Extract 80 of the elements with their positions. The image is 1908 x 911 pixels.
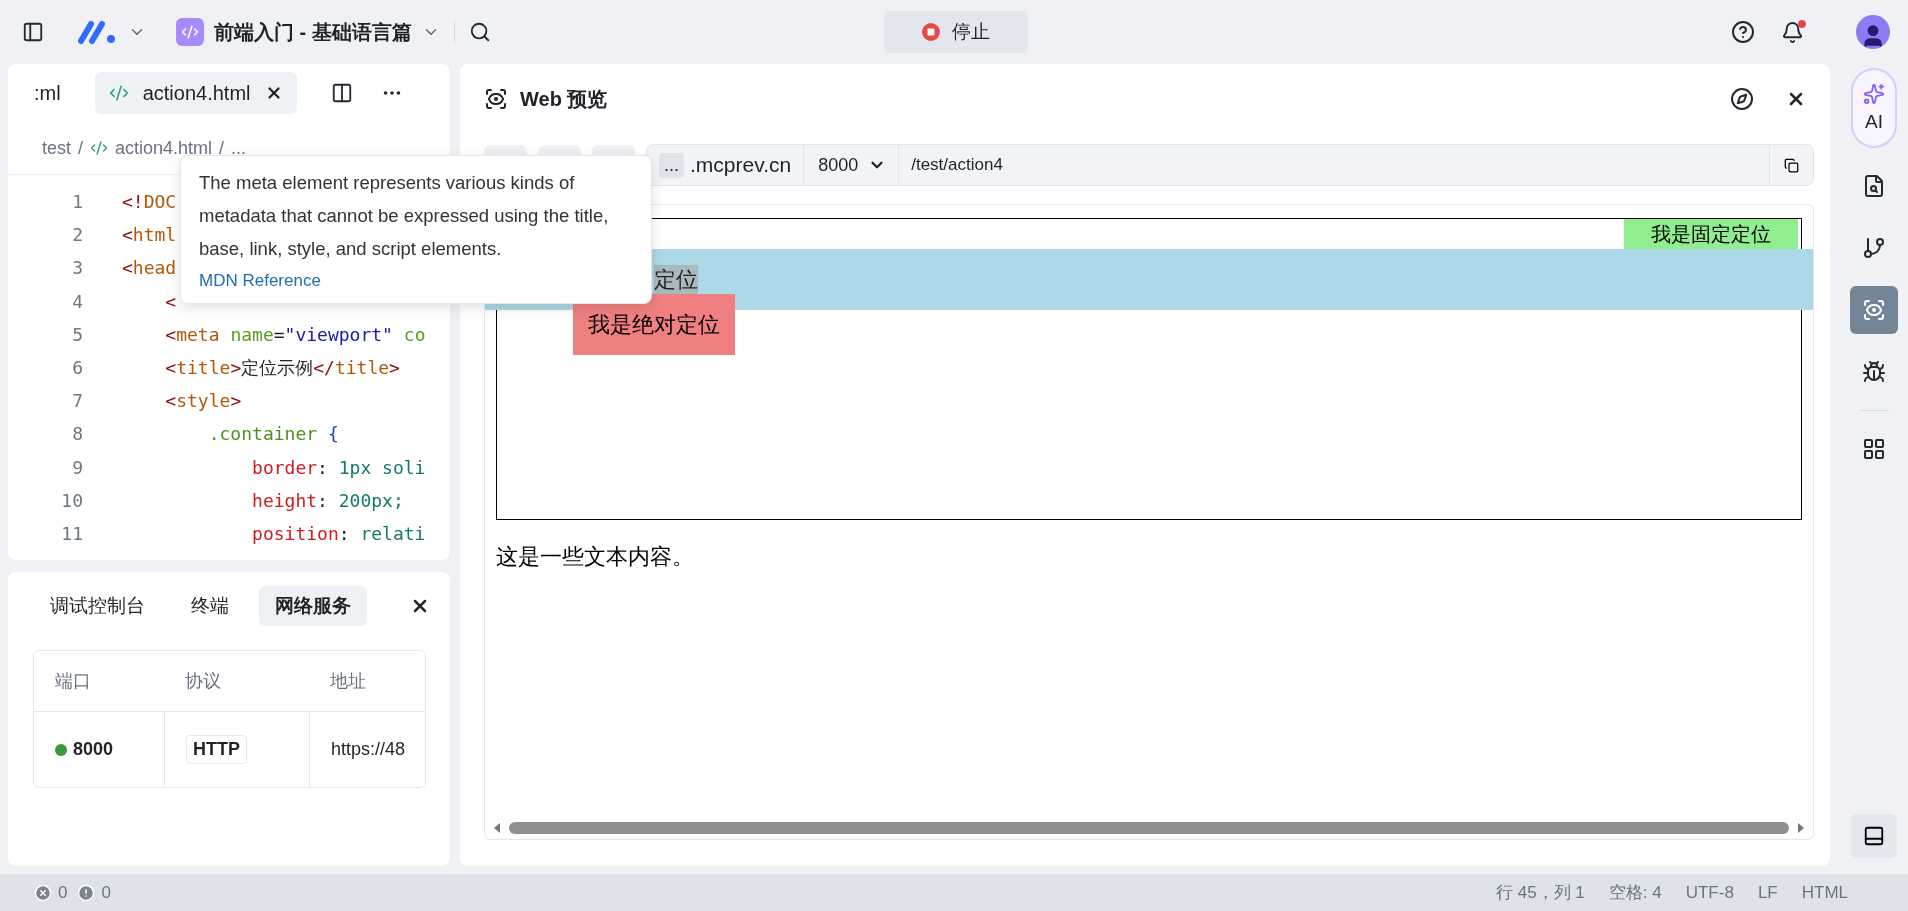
breadcrumb-item[interactable]: action4.html [115, 137, 213, 159]
address-link[interactable]: https://48 [331, 739, 406, 760]
code-line: <meta name="viewport" co [164, 323, 426, 345]
help-icon[interactable] [1731, 20, 1755, 44]
line-number: 7 [71, 390, 83, 412]
code-line: height: 200px; [251, 489, 404, 511]
ai-button[interactable]: AI [1851, 68, 1897, 148]
breadcrumb-item[interactable]: test [42, 137, 71, 159]
line-number: 4 [71, 290, 83, 312]
code-line: <!DOC [122, 191, 177, 213]
column-header: 端口 [34, 651, 164, 712]
line-number: 1 [71, 191, 83, 213]
logo-icon[interactable] [78, 19, 118, 45]
bottom-panel-icon[interactable] [1851, 814, 1897, 858]
eye-icon[interactable] [1850, 286, 1898, 334]
bell-icon[interactable] [1781, 20, 1804, 44]
code-line: <html [122, 224, 177, 246]
error-icon [34, 883, 52, 902]
line-number: 3 [71, 257, 83, 279]
panel-tab[interactable]: 终端 [175, 586, 245, 626]
error-count: 0 [58, 882, 68, 903]
line-number: 2 [71, 224, 83, 246]
panel-tab[interactable]: 网络服务 [259, 586, 367, 626]
path-text: /test/action4 [910, 155, 1004, 175]
line-number: 9 [71, 456, 83, 478]
line-number: 11 [60, 522, 83, 544]
avatar[interactable] [1856, 15, 1890, 49]
code-icon [176, 18, 204, 46]
stop-icon [922, 23, 940, 41]
host-text: .mcprev.cn [690, 153, 793, 177]
code-line: <head [122, 257, 177, 279]
status-item[interactable]: HTML [1801, 882, 1848, 903]
project-title[interactable]: 前端入门 - 基础语言篇 [214, 18, 412, 46]
code-line: .container { [207, 423, 339, 445]
split-view-icon[interactable] [330, 82, 353, 104]
code-line: <style> [164, 390, 242, 412]
warning-count: 0 [101, 882, 111, 903]
status-item[interactable]: 行 45，列 1 [1496, 881, 1585, 904]
port-select[interactable]: 8000 [803, 145, 900, 185]
line-number: 5 [71, 323, 83, 345]
panel-title: Web 预览 [520, 86, 609, 112]
column-header: 协议 [164, 651, 309, 712]
code-line: position: relati [251, 522, 426, 544]
line-number: 6 [71, 357, 83, 379]
status-item[interactable]: LF [1757, 882, 1778, 903]
code-line: < [164, 290, 177, 312]
eye-icon [484, 87, 508, 111]
panel-tab[interactable]: 调试控制台 [34, 586, 161, 626]
code-icon [108, 83, 129, 103]
line-number: 10 [60, 489, 83, 511]
sticky-text: 定位 [654, 264, 698, 295]
line-number: 8 [71, 423, 83, 445]
breadcrumb-separator: / [219, 137, 225, 159]
sparkle-icon [1863, 83, 1885, 105]
sidebar-toggle-icon[interactable] [22, 21, 44, 43]
code-icon [90, 139, 109, 157]
tooltip-text: The meta element represents various kinds of metadata that cannot be expressed using the title, base, link, style, and script elements. [199, 171, 610, 261]
status-item[interactable]: UTF-8 [1685, 882, 1734, 903]
port-number: 8000 [73, 739, 114, 760]
absolute-box: 我是绝对定位 [573, 294, 735, 355]
scroll-left-icon[interactable] [493, 823, 501, 833]
scroll-right-icon[interactable] [1797, 823, 1805, 833]
file-tab[interactable]: action4.html [94, 72, 297, 114]
body-text: 这是一些文本内容。 [496, 543, 695, 571]
fixed-box: 我是固定定位 [1624, 219, 1798, 249]
status-item[interactable]: 空格: 4 [1608, 881, 1662, 904]
protocol-tag: HTTP [186, 735, 247, 764]
breadcrumb-item[interactable]: ... [231, 137, 247, 159]
breadcrumb-separator: / [78, 137, 84, 159]
code-line: border: 1px soli [251, 456, 426, 478]
stop-button[interactable]: 停止 [884, 11, 1028, 53]
file-tab[interactable]: :ml [20, 72, 75, 114]
compass-icon[interactable] [1730, 87, 1754, 111]
code-line: <title>定位示例</title> [164, 355, 400, 380]
address-bar[interactable]: ... .mcprev.cn 8000 /test/action4 [646, 144, 1814, 186]
search-icon[interactable] [468, 21, 491, 43]
host-prefix-chip: ... [659, 152, 684, 178]
column-header: 地址 [309, 651, 425, 712]
warning-icon [77, 883, 96, 902]
mdn-reference-link[interactable]: MDN Reference [199, 271, 321, 291]
